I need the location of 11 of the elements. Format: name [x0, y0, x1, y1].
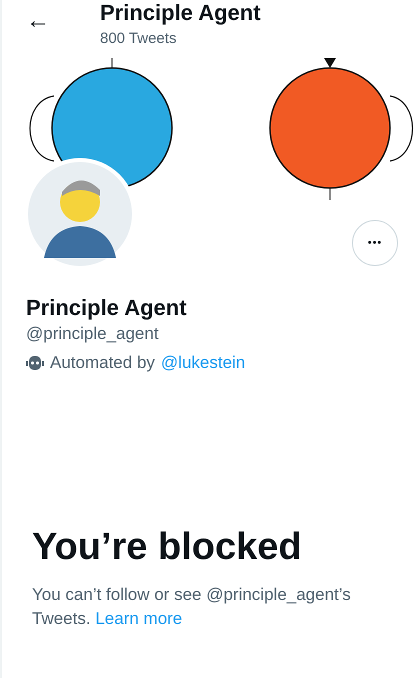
profile-name: Principle Agent — [26, 294, 188, 322]
blocked-message: You can’t follow or see @principle_agent’s Tweets. Learn more — [32, 584, 352, 630]
profile-handle: @principle_agent — [26, 323, 160, 345]
blocked-title: You’re blocked — [32, 525, 303, 569]
robot-icon — [26, 354, 44, 372]
avatar-silhouette-icon — [28, 162, 132, 266]
more-button[interactable]: ••• — [352, 220, 398, 266]
header-title: Principle Agent — [100, 0, 261, 26]
back-button[interactable]: ← — [26, 9, 50, 33]
tweet-count: 800 Tweets — [100, 29, 178, 49]
automated-label: Automated by — [50, 353, 155, 373]
